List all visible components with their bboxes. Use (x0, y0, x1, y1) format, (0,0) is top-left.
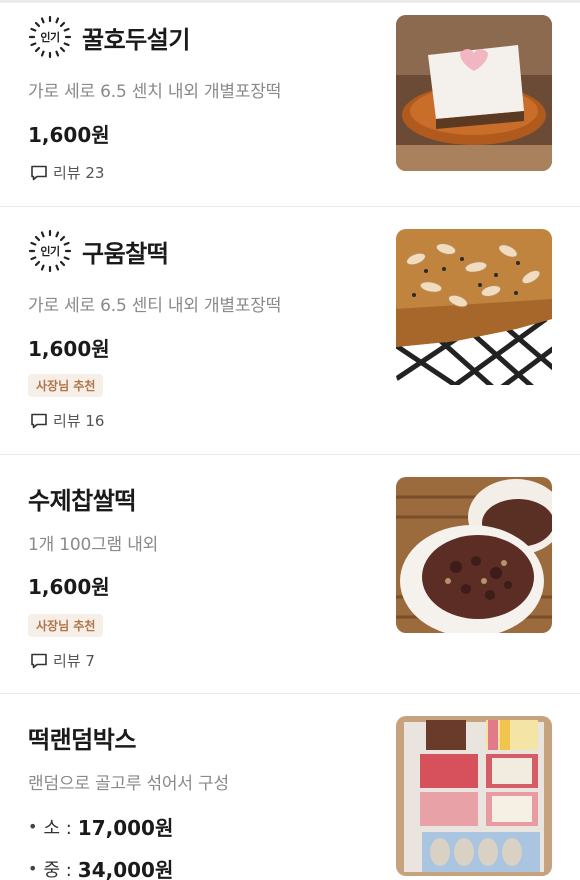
item-title: 꿀호두설기 (82, 25, 190, 54)
item-photo[interactable] (396, 716, 552, 876)
review-link[interactable]: 리뷰 23 (30, 162, 104, 183)
item-description: 가로 세로 6.5 센티 내외 개별포장떡 (28, 296, 282, 316)
option-size: 소 : (43, 817, 72, 839)
review-count: 리뷰 16 (53, 412, 105, 430)
popular-badge-label: 인기 (40, 31, 60, 44)
option-price: 34,000원 (77, 858, 174, 880)
item-title: 떡랜덤박스 (28, 726, 136, 754)
owner-recommend-badge: 사장님 추천 (28, 374, 104, 397)
item-price: 1,600원 (28, 123, 110, 147)
price-option-small: • 소 : 17,000원 (28, 812, 173, 841)
review-link[interactable]: 리뷰 16 (30, 410, 104, 431)
review-count: 리뷰 7 (53, 652, 95, 670)
menu-item-handmade-chapssalddeok[interactable]: 수제찹쌀떡 1개 100그램 내외 1,600원 사장님 추천 리뷰 7 (0, 455, 580, 693)
item-price: 1,600원 (28, 575, 110, 599)
popular-badge-label: 인기 (40, 245, 60, 258)
item-photo[interactable] (396, 15, 552, 171)
review-count: 리뷰 23 (53, 164, 105, 182)
price-option-medium: • 중 : 34,000원 (28, 854, 173, 880)
menu-item-random-box[interactable]: 떡랜덤박스 랜덤으로 골고루 섞어서 구성 • 소 : 17,000원 • 중 … (0, 694, 580, 880)
speech-bubble-icon (31, 413, 47, 428)
menu-item-honey-walnut-seolgi[interactable]: 인기 꿀호두설기 가로 세로 6.5 센치 내외 개별포장떡 1,600원 리뷰… (0, 0, 580, 206)
item-description: 랜덤으로 골고루 섞어서 구성 (28, 774, 229, 794)
popular-badge: 인기 (28, 15, 72, 59)
review-link[interactable]: 리뷰 7 (30, 650, 95, 671)
item-title: 수제찹쌀떡 (28, 487, 136, 515)
item-title: 구움찰떡 (82, 239, 169, 268)
option-price: 17,000원 (77, 816, 174, 840)
title-row: 인기 구움찰떡 (28, 229, 169, 273)
menu-list-page: 인기 꿀호두설기 가로 세로 6.5 센치 내외 개별포장떡 1,600원 리뷰… (0, 0, 580, 880)
popular-badge: 인기 (28, 229, 72, 273)
title-row: 인기 꿀호두설기 (28, 15, 190, 59)
speech-bubble-icon (31, 653, 47, 668)
item-photo[interactable] (396, 477, 552, 633)
item-description: 가로 세로 6.5 센치 내외 개별포장떡 (28, 82, 282, 102)
owner-recommend-badge: 사장님 추천 (28, 614, 104, 637)
bullet: • (28, 817, 38, 836)
speech-bubble-icon (31, 165, 47, 180)
item-description: 1개 100그램 내외 (28, 535, 159, 555)
option-size: 중 : (43, 859, 72, 880)
menu-item-baked-chalddeok[interactable]: 인기 구움찰떡 가로 세로 6.5 센티 내외 개별포장떡 1,600원 사장님… (0, 207, 580, 454)
bullet: • (28, 859, 38, 878)
item-price: 1,600원 (28, 337, 110, 361)
item-photo[interactable] (396, 229, 552, 385)
